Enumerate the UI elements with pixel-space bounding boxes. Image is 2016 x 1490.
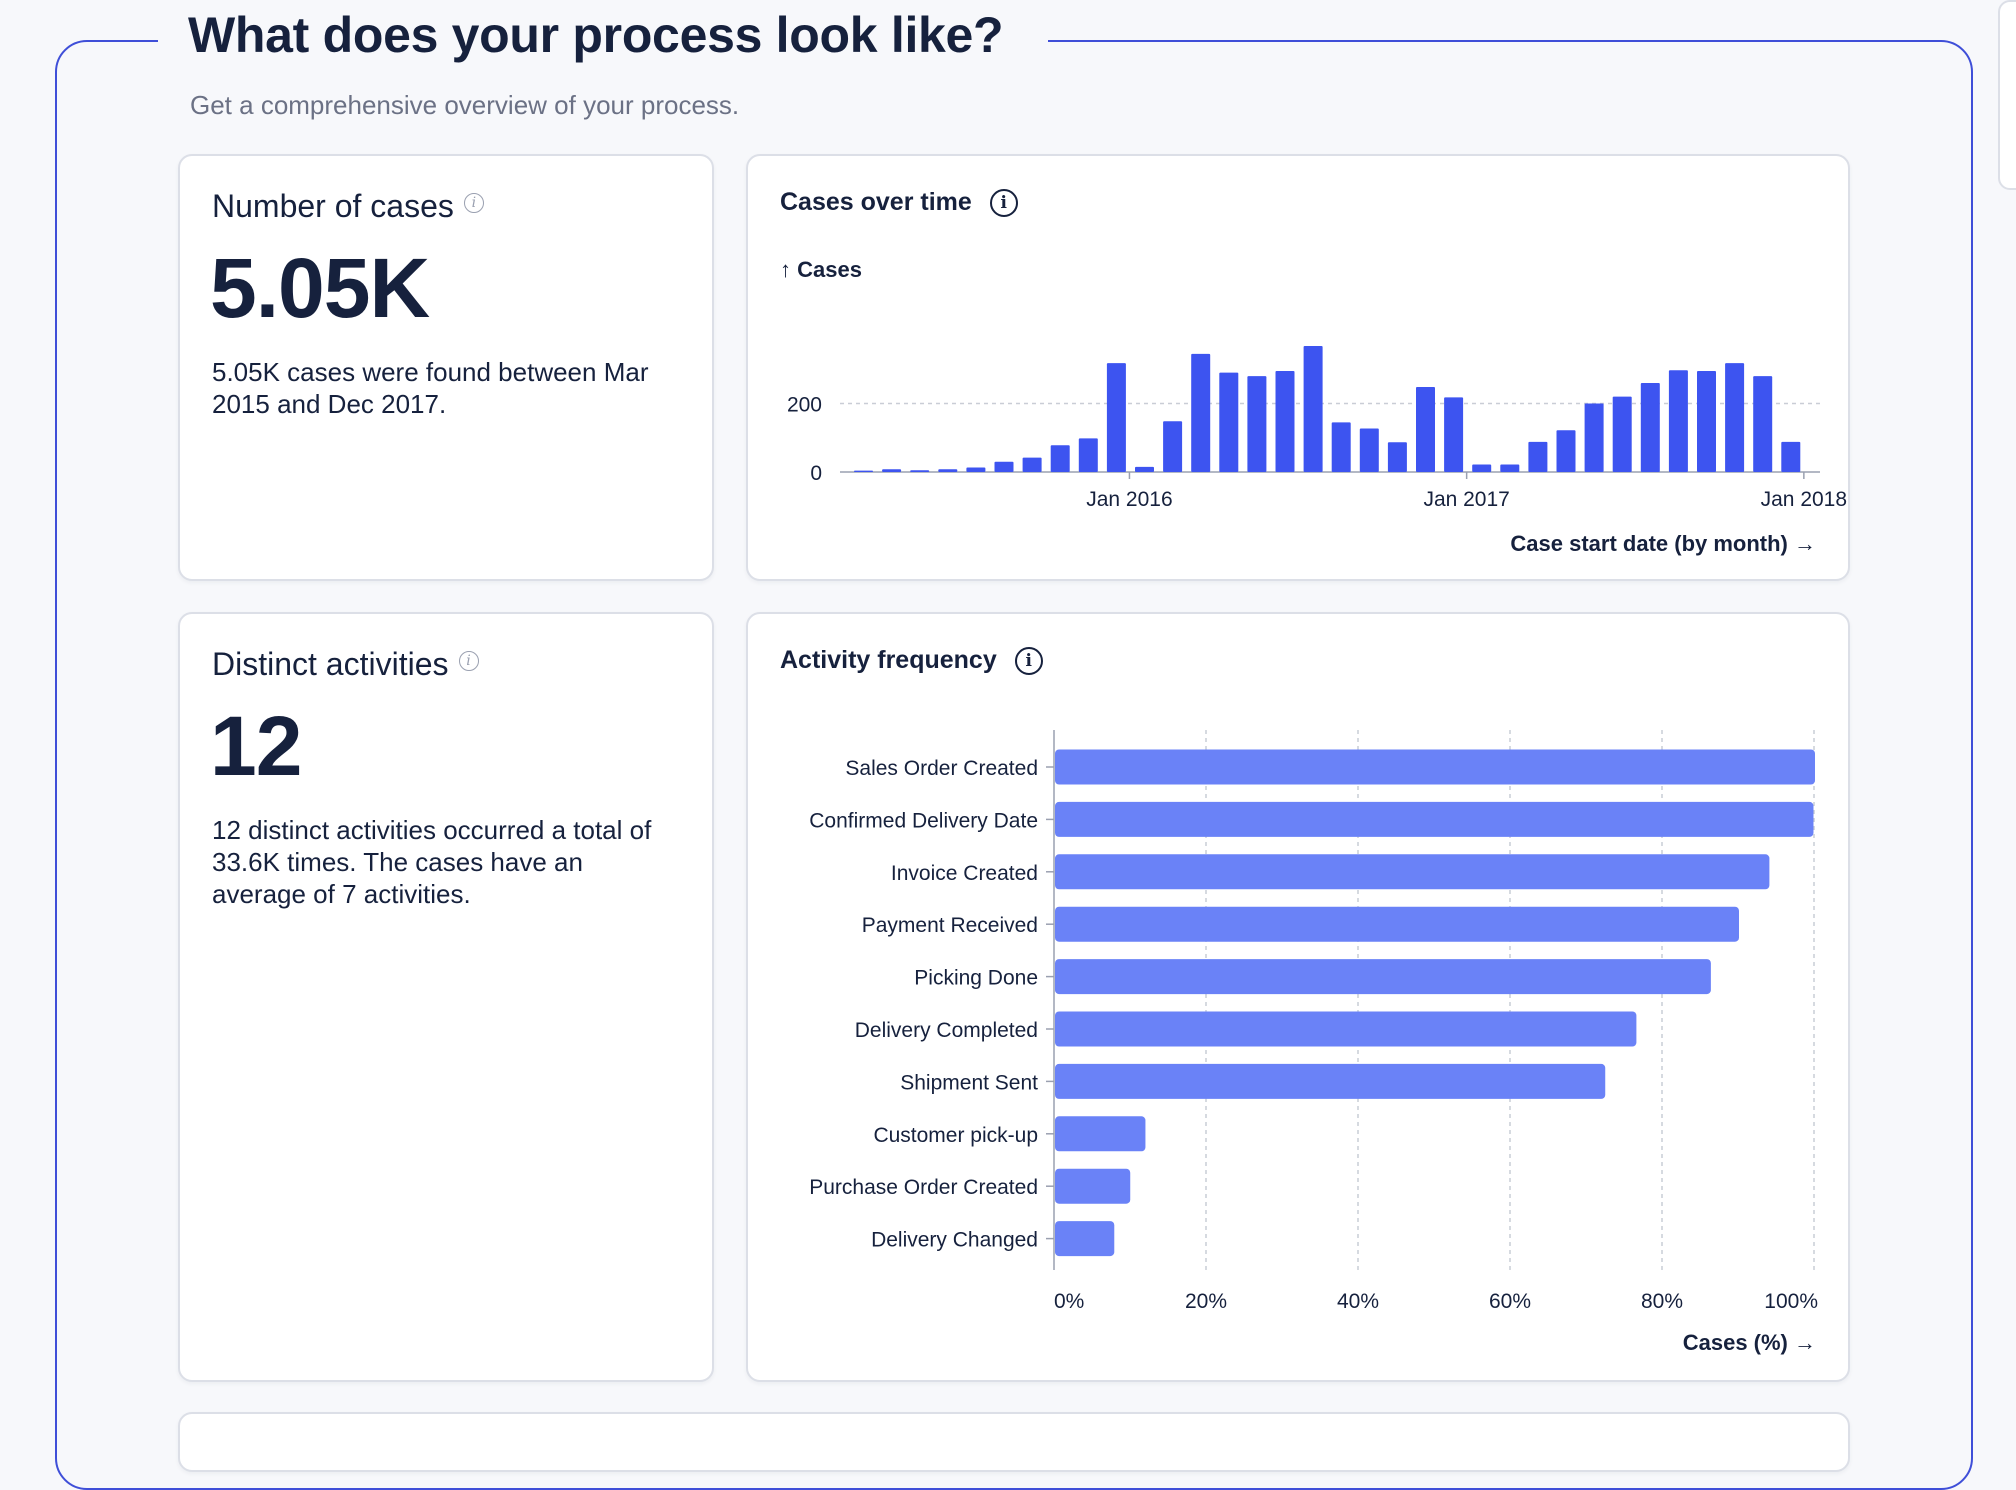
bar <box>1331 422 1351 472</box>
bar <box>966 467 986 472</box>
bar <box>1584 403 1604 472</box>
bar <box>1022 457 1042 472</box>
bar <box>1055 1011 1637 1047</box>
bar <box>1359 428 1379 472</box>
bar <box>1055 854 1770 890</box>
bar <box>1472 464 1492 472</box>
bar <box>1556 430 1576 472</box>
activity-frequency-chart: Cases (%) → 0% 20% 40% 60% 80% 100% Sales Orde… <box>809 730 1818 1355</box>
bar <box>1055 1063 1606 1099</box>
next-card <box>178 1412 1850 1472</box>
bar <box>1528 441 1548 472</box>
bar <box>1668 370 1688 472</box>
bar-label: Delivery Completed <box>855 1019 1038 1042</box>
x-tick-label: Jan 2016 <box>1086 488 1172 511</box>
distinct-activities-card: Distinct activities i 12 12 distinct act… <box>178 612 714 1382</box>
x-tick-label: 0% <box>1054 1290 1084 1313</box>
bar <box>1725 363 1745 472</box>
bar-label: Customer pick-up <box>873 1124 1038 1147</box>
x-tick-label: Jan 2017 <box>1423 488 1509 511</box>
cases-over-time-card: Cases over time i ↑ Cases Case start dat… <box>746 154 1850 581</box>
info-icon[interactable]: i <box>458 650 479 671</box>
distinct-kpi-value: 12 <box>210 699 302 793</box>
bar <box>1416 387 1435 472</box>
page-title: What does your process look like? <box>188 7 1004 63</box>
bar <box>1753 376 1773 472</box>
bar <box>1387 442 1407 472</box>
x-axis-label[interactable]: Cases (%) → <box>1683 1330 1816 1355</box>
bar <box>1219 372 1239 472</box>
info-icon[interactable]: i <box>463 192 484 213</box>
y-tick-label: 200 <box>787 394 822 417</box>
y-axis-label: ↑ Cases <box>780 257 862 282</box>
cases-over-time-chart: ↑ Cases Case start date (by month) → 0 20… <box>780 257 1847 556</box>
bar <box>1055 801 1814 837</box>
bar <box>1055 1168 1131 1204</box>
distinct-kpi-description: 12 distinct activities occurred a total … <box>212 815 652 909</box>
activity-frequency-card: Activity frequency i Cases (%) → 0% 20% 40… <box>746 612 1850 1382</box>
cases-kpi-description: 5.05K cases were found between Mar 2015 … <box>212 357 649 419</box>
x-tick-label: 40% <box>1337 1290 1379 1313</box>
bar <box>938 469 958 472</box>
bar <box>1055 959 1711 995</box>
x-tick-label: 60% <box>1489 1290 1531 1313</box>
bar <box>1135 466 1154 472</box>
bar-label: Payment Received <box>862 914 1038 937</box>
side-panel-edge <box>1998 0 2016 190</box>
bar <box>910 470 930 472</box>
bar <box>854 470 873 472</box>
bar-label: Invoice Created <box>891 862 1038 885</box>
bar <box>1050 445 1070 472</box>
y-tick-label: 0 <box>810 462 822 485</box>
bar <box>1444 397 1464 472</box>
bar <box>1640 382 1660 472</box>
distinct-kpi-label: Distinct activities <box>212 646 449 682</box>
x-tick-label: 100% <box>1764 1290 1818 1313</box>
cases-kpi-card: Number of cases i 5.05K 5.05K cases were… <box>178 154 714 581</box>
page-subtitle: Get a comprehensive overview of your pro… <box>190 90 740 120</box>
bar-label: Purchase Order Created <box>809 1176 1038 1199</box>
bar-label: Picking Done <box>914 967 1038 990</box>
bar <box>1055 906 1739 942</box>
bar <box>1275 370 1295 472</box>
bar <box>1247 376 1267 472</box>
distinct-kpi-header: Distinct activities i <box>212 646 479 683</box>
x-tick-label: Jan 2018 <box>1761 488 1847 511</box>
cases-kpi-label: Number of cases <box>212 188 454 224</box>
bar <box>1055 1116 1146 1152</box>
bar <box>994 461 1014 472</box>
cases-kpi-header: Number of cases i <box>212 188 484 225</box>
x-tick-label: 80% <box>1641 1290 1683 1313</box>
bar <box>1191 353 1211 472</box>
x-axis-label[interactable]: Case start date (by month) → <box>1510 531 1816 556</box>
cases-kpi-value: 5.05K <box>210 241 430 335</box>
bar <box>1500 464 1520 472</box>
bar <box>1697 370 1716 472</box>
bar-label: Confirmed Delivery Date <box>809 809 1038 832</box>
bar <box>1163 421 1183 472</box>
bar <box>882 469 902 472</box>
bar <box>1612 396 1632 472</box>
bar-label: Shipment Sent <box>900 1071 1038 1094</box>
bar-label: Delivery Changed <box>871 1229 1038 1252</box>
bar <box>1781 441 1801 472</box>
bar <box>1055 1221 1115 1257</box>
bar <box>1078 438 1098 472</box>
x-tick-label: 20% <box>1185 1290 1227 1313</box>
bar-label: Sales Order Created <box>845 757 1038 780</box>
bar <box>1303 345 1323 472</box>
bar <box>1055 749 1815 785</box>
bar <box>1106 363 1126 472</box>
